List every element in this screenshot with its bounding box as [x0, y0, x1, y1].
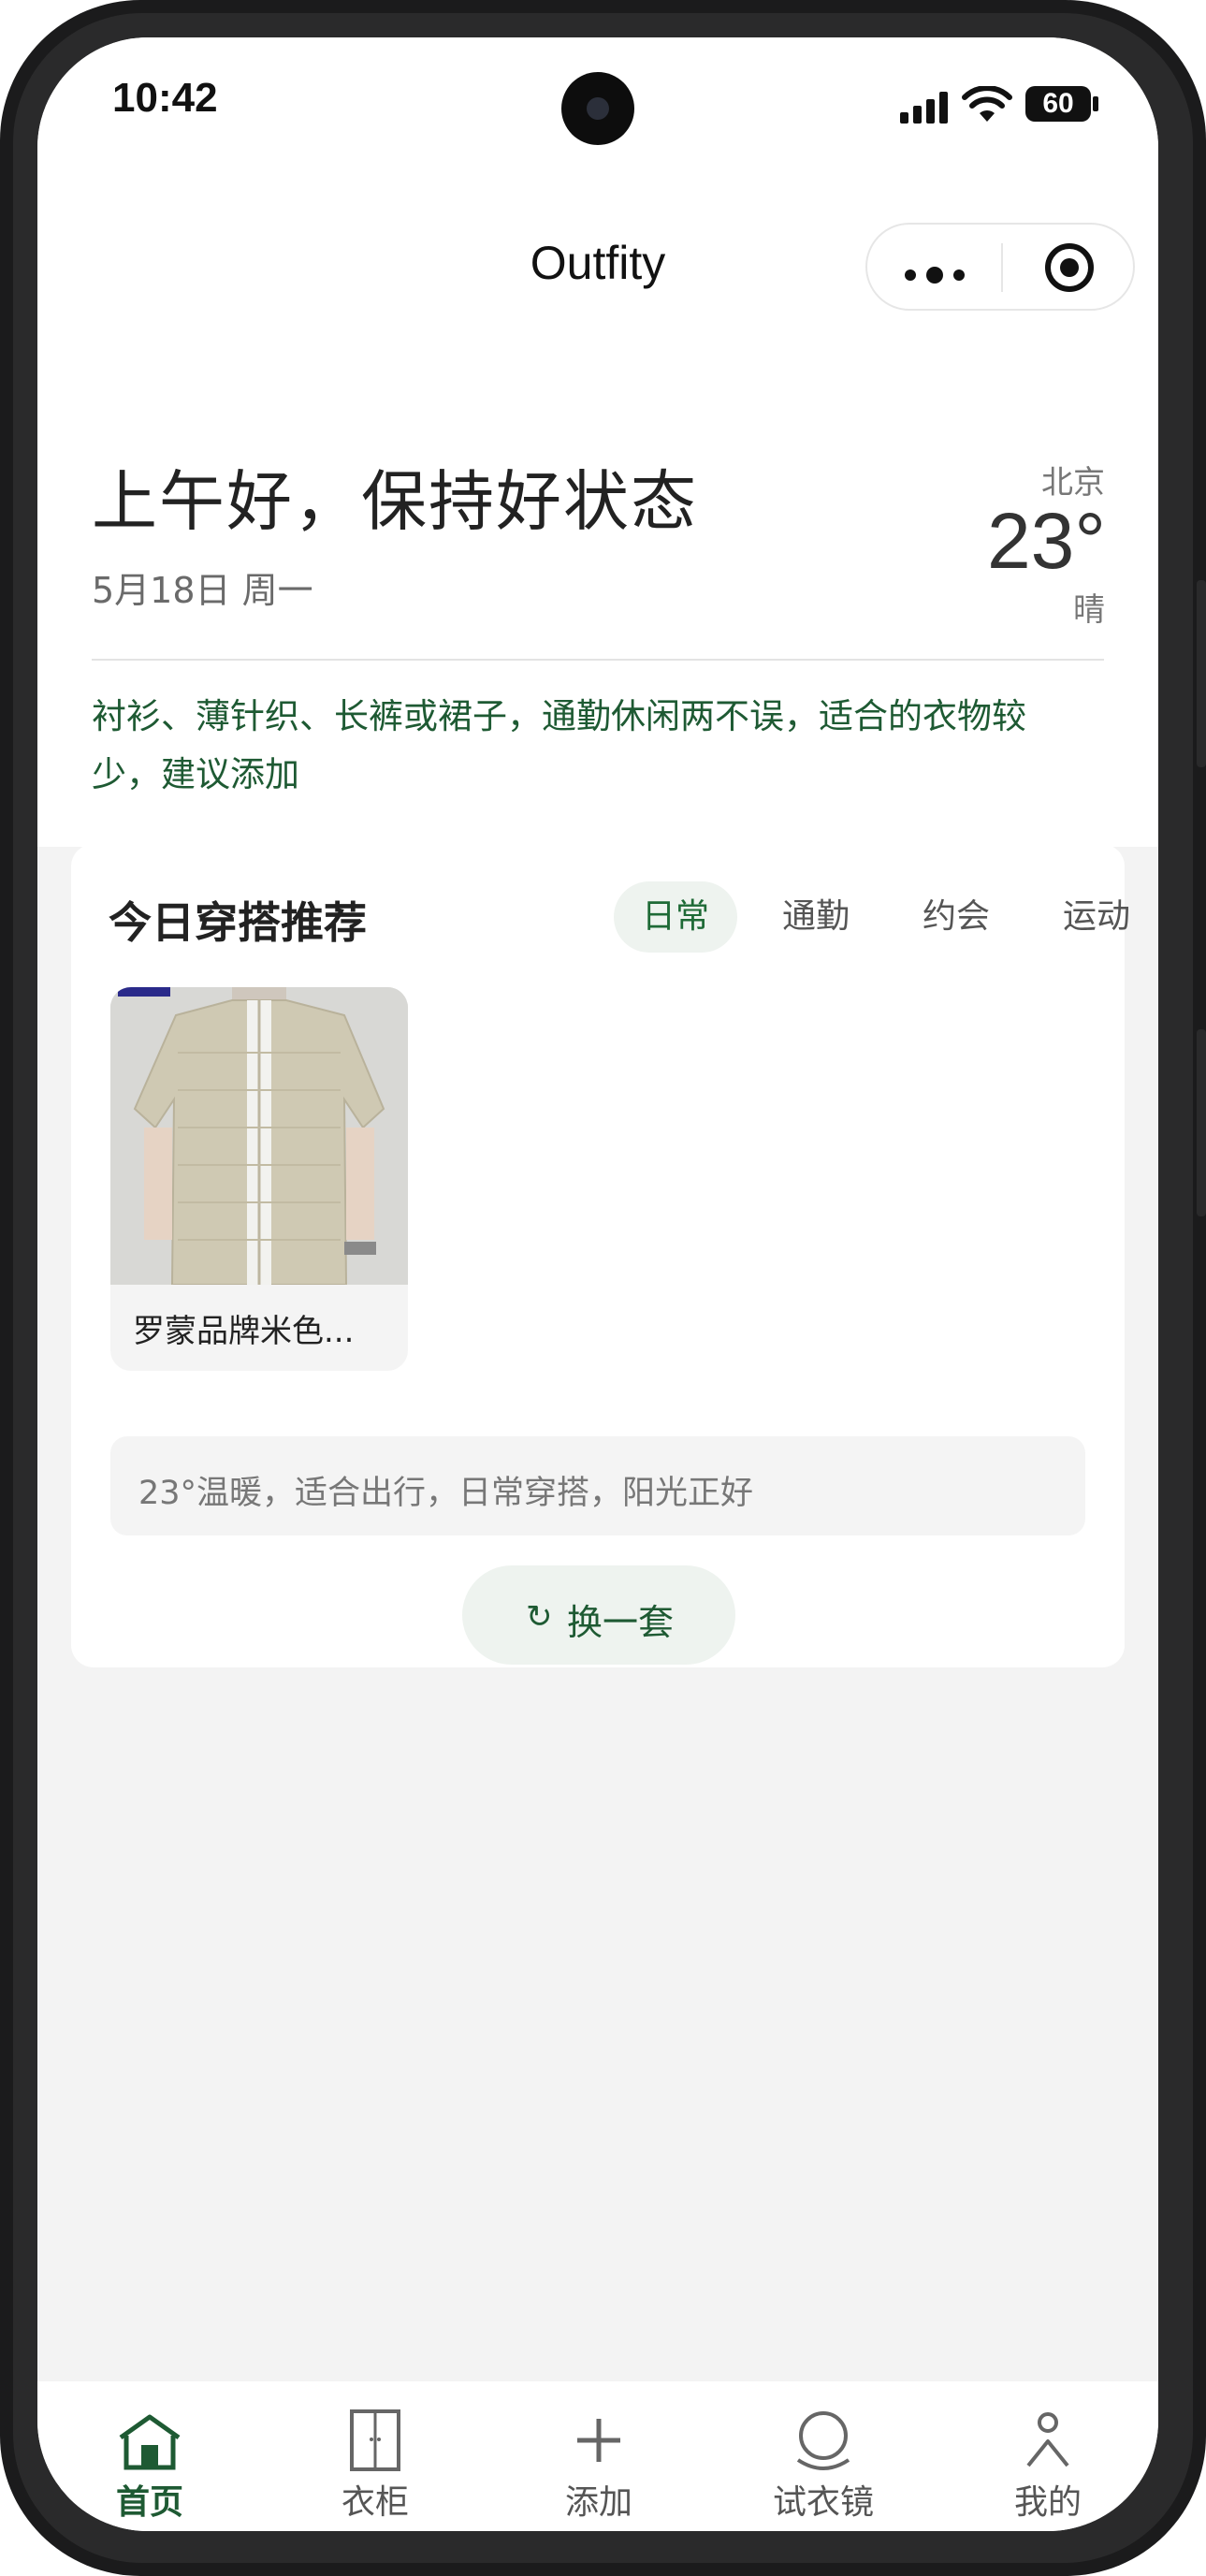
status-bar: 10:42 60: [37, 37, 1158, 178]
card-title: 今日穿搭推荐: [109, 897, 367, 948]
tab-profile-label: 我的: [1013, 2483, 1082, 2522]
tab-wardrobe[interactable]: 衣柜: [291, 2381, 459, 2531]
tab-profile[interactable]: 我的: [964, 2381, 1132, 2531]
tab-commute[interactable]: 通勤: [754, 881, 878, 953]
outfit-recommendation-card: 今日穿搭推荐 日常 通勤 约会 运动 罗蒙品牌米色... 23°温暖，适合出行，…: [71, 844, 1130, 1667]
plus-icon: [577, 2419, 620, 2462]
clothing-item-card[interactable]: 罗蒙品牌米色...: [110, 987, 408, 1371]
wifi-icon: [962, 86, 1012, 122]
battery-icon: 60: [1025, 86, 1091, 122]
tab-mirror-label: 试衣镜: [772, 2483, 874, 2522]
battery-cap: [1093, 96, 1098, 111]
tab-home-label: 首页: [115, 2483, 183, 2522]
date-text: 5月18日 周一: [92, 570, 313, 611]
tab-home[interactable]: 首页: [65, 2381, 234, 2531]
refresh-outfit-button[interactable]: ↻ 换一套: [462, 1565, 735, 1665]
outfit-advice[interactable]: 衬衫、薄针织、长裤或裙子，通勤休闲两不误，适合的衣物较少，建议添加: [92, 688, 1083, 804]
home-icon: [119, 2414, 181, 2470]
tab-date[interactable]: 约会: [894, 881, 1018, 953]
tab-add-label: 添加: [564, 2483, 632, 2522]
greeting-text: 上午好，保持好状态: [92, 463, 698, 540]
recommendation-note: 23°温暖，适合出行，日常穿搭，阳光正好: [110, 1436, 1085, 1535]
tab-daily[interactable]: 日常: [614, 881, 737, 953]
cellular-signal-icon: [900, 92, 948, 124]
volume-button: [1197, 1029, 1206, 1216]
clothing-item-name: 罗蒙品牌米色...: [133, 1313, 355, 1350]
refresh-icon: ↻: [526, 1598, 553, 1636]
weather-temperature: 23°: [986, 497, 1106, 585]
profile-icon: [1026, 2412, 1069, 2467]
clothing-photo: [110, 987, 408, 1285]
bottom-tab-bar: 首页 衣柜 添加 试衣镜 我的: [37, 2381, 1158, 2531]
more-options-icon[interactable]: [905, 265, 966, 284]
capsule-divider: [1001, 243, 1003, 292]
mini-program-capsule: [865, 223, 1135, 311]
navigation-bar: Outfity: [37, 178, 1158, 327]
tab-mirror[interactable]: 试衣镜: [739, 2381, 908, 2531]
recommendation-note-text: 23°温暖，适合出行，日常穿搭，阳光正好: [138, 1475, 754, 1512]
power-button: [1197, 580, 1206, 767]
wardrobe-icon: [350, 2409, 400, 2471]
tab-wardrobe-label: 衣柜: [341, 2483, 409, 2522]
status-time: 10:42: [112, 75, 218, 121]
tab-sport[interactable]: 运动: [1035, 881, 1158, 953]
divider: [92, 659, 1104, 661]
greeting-section: 上午好，保持好状态 5月18日 周一 北京 23° 晴 衬衫、薄针织、长裤或裙子…: [37, 327, 1158, 847]
close-mini-program-icon[interactable]: [1045, 243, 1094, 292]
screen: 10:42 60 Outfity 上午好，保持好状态 5月18日 周一 北京 2…: [37, 37, 1158, 2531]
refresh-outfit-label: 换一套: [567, 1602, 675, 1643]
weather-condition: 晴: [1073, 591, 1105, 629]
tab-add[interactable]: 添加: [515, 2381, 683, 2531]
mirror-icon: [796, 2411, 850, 2470]
front-camera: [561, 72, 634, 145]
